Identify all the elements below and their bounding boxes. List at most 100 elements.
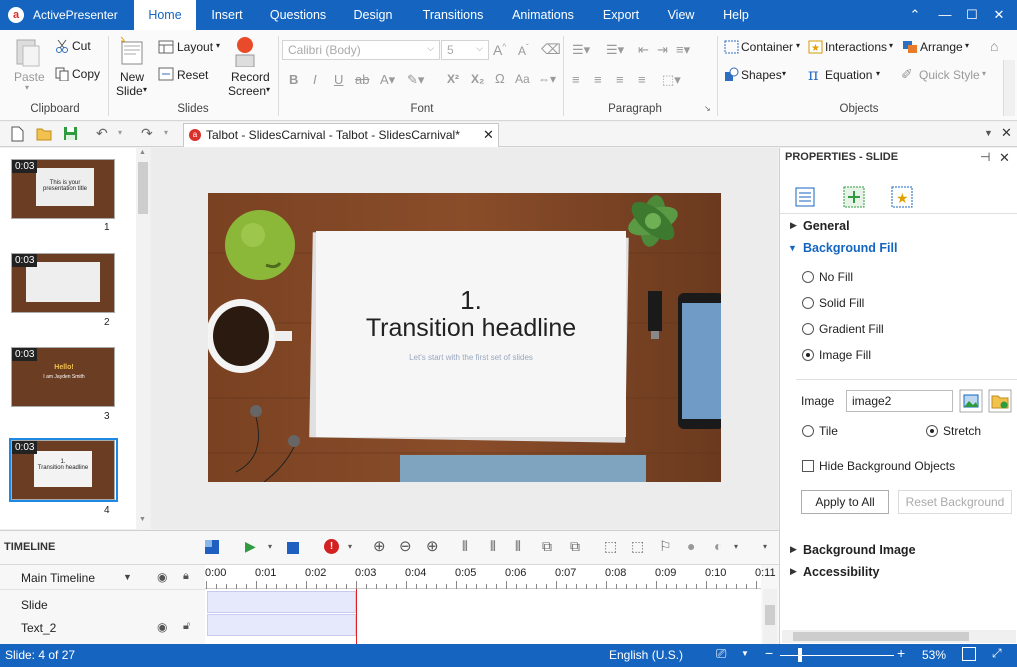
timeline-more-icon[interactable]: ▾ bbox=[763, 542, 767, 551]
subscript-icon[interactable]: X₂ bbox=[471, 72, 484, 86]
layout-button[interactable]: Layout bbox=[177, 40, 213, 54]
tile-radio[interactable] bbox=[802, 425, 814, 437]
track-label-slide[interactable]: Slide bbox=[21, 598, 48, 612]
no-fill-radio[interactable] bbox=[802, 271, 814, 283]
zoom-out-button[interactable]: − bbox=[765, 645, 773, 661]
align-right-icon[interactable]: ≡ bbox=[616, 72, 624, 87]
slide-thumbnail[interactable]: Hello! I am Jayden Smith 0:03 bbox=[11, 347, 115, 407]
redo-icon[interactable]: ↷ bbox=[141, 125, 153, 142]
tab-view[interactable]: View bbox=[658, 0, 704, 30]
paste-label[interactable]: Paste bbox=[14, 70, 45, 84]
track-lock-icon[interactable]: 🔓︎ bbox=[183, 620, 190, 633]
copy-icon[interactable] bbox=[55, 67, 69, 81]
reset-button[interactable]: Reset bbox=[177, 68, 208, 82]
properties-h-scrollbar[interactable] bbox=[782, 630, 1016, 643]
background-image-expand-icon[interactable]: ▶ bbox=[790, 544, 797, 555]
layout-icon[interactable] bbox=[158, 40, 174, 54]
maximize-button[interactable]: ☐ bbox=[963, 6, 981, 24]
properties-list-icon[interactable] bbox=[795, 187, 815, 207]
zoom-in-button[interactable]: + bbox=[897, 645, 905, 661]
crop-icon[interactable]: ⧉ bbox=[542, 538, 552, 555]
undo-icon[interactable]: ↶ bbox=[96, 125, 108, 142]
visibility-eye-icon[interactable]: ◉ bbox=[157, 570, 167, 584]
interactions-icon[interactable]: ★ bbox=[808, 40, 823, 54]
slide-number-text[interactable]: 1. bbox=[316, 285, 626, 316]
document-tab[interactable]: a Talbot - SlidesCarnival - Talbot - Sli… bbox=[183, 123, 499, 147]
join-icon[interactable]: ⫴ bbox=[490, 538, 496, 555]
tab-transitions[interactable]: Transitions bbox=[413, 0, 493, 30]
zoom-slider-thumb[interactable] bbox=[798, 648, 802, 662]
size-position-icon[interactable] bbox=[843, 186, 865, 208]
ribbon-scrollbar[interactable] bbox=[1003, 60, 1015, 116]
tab-home[interactable]: Home bbox=[134, 0, 196, 30]
decrease-indent-icon[interactable]: ⇤ bbox=[638, 42, 649, 58]
change-speed-icon[interactable]: ⬚ bbox=[631, 538, 644, 555]
play-icon[interactable]: ▶ bbox=[245, 538, 256, 555]
fullscreen-icon[interactable]: ⤢ bbox=[992, 646, 1002, 661]
timeline-tracks[interactable]: 0:00 0:01 0:02 0:03 0:04 0:05 0:06 0:07 0:08 0:09… bbox=[205, 565, 776, 645]
char-spacing-icon[interactable]: ⇔▾ bbox=[538, 72, 556, 86]
line-spacing-icon[interactable]: ≡▾ bbox=[676, 42, 690, 58]
tile-label[interactable]: Tile bbox=[819, 424, 838, 438]
reset-background-button[interactable]: Reset Background bbox=[898, 490, 1012, 514]
close-all-icon[interactable]: ✕ bbox=[1001, 125, 1012, 141]
reset-icon[interactable] bbox=[158, 67, 174, 81]
font-size-select[interactable]: 5 ⌵ bbox=[441, 40, 489, 60]
insert-time-icon[interactable]: ⫴ bbox=[515, 538, 521, 555]
main-timeline-select[interactable]: Main Timeline bbox=[21, 571, 95, 585]
paste-icon[interactable] bbox=[14, 36, 42, 68]
copy-button[interactable]: Copy bbox=[72, 67, 100, 81]
slide-subtitle[interactable]: Let's start with the first set of slides bbox=[316, 353, 626, 362]
bold-icon[interactable]: B bbox=[289, 72, 298, 87]
italic-icon[interactable]: I bbox=[313, 72, 317, 87]
increase-indent-icon[interactable]: ⇥ bbox=[657, 42, 668, 58]
interactivity-icon[interactable]: ★ bbox=[891, 186, 913, 208]
record-label-1[interactable]: Record bbox=[231, 70, 270, 84]
presentation-view-icon[interactable]: ⎚ bbox=[716, 646, 726, 662]
slide-canvas[interactable]: 1. Transition headline Let's start with … bbox=[208, 193, 721, 482]
tab-questions[interactable]: Questions bbox=[262, 0, 334, 30]
tab-export[interactable]: Export bbox=[594, 0, 648, 30]
hide-bg-objects-checkbox[interactable] bbox=[802, 460, 814, 472]
equation-button[interactable]: Equation bbox=[825, 68, 872, 82]
solid-fill-label[interactable]: Solid Fill bbox=[819, 296, 864, 310]
new-file-icon[interactable] bbox=[11, 126, 24, 142]
track-visibility-icon[interactable]: ◉ bbox=[157, 620, 167, 634]
stop-icon[interactable] bbox=[287, 542, 299, 554]
gradient-fill-label[interactable]: Gradient Fill bbox=[819, 322, 884, 336]
freeze-frame-icon[interactable]: ⬚ bbox=[604, 538, 617, 555]
arrange-button[interactable]: Arrange bbox=[920, 40, 963, 54]
superscript-icon[interactable]: X² bbox=[447, 72, 459, 86]
new-slide-icon[interactable] bbox=[118, 36, 146, 68]
general-expand-icon[interactable]: ▶ bbox=[790, 220, 797, 231]
background-fill-collapse-icon[interactable]: ▼ bbox=[788, 243, 797, 253]
delete-range-icon[interactable]: ⧉ bbox=[570, 538, 580, 555]
shapes-button[interactable]: Shapes bbox=[741, 68, 782, 82]
underline-icon[interactable]: U bbox=[334, 72, 343, 87]
volume-icon[interactable]: ◐ bbox=[714, 538, 722, 554]
image-field[interactable]: image2 bbox=[846, 390, 953, 412]
track-label-text2[interactable]: Text_2 bbox=[21, 621, 56, 635]
zoom-out-icon[interactable]: ⊖ bbox=[399, 537, 412, 555]
font-family-select[interactable]: Calibri (Body) ⌵ bbox=[282, 40, 440, 60]
stretch-radio[interactable] bbox=[926, 425, 938, 437]
general-section[interactable]: General bbox=[803, 219, 850, 233]
apply-to-all-button[interactable]: Apply to All bbox=[801, 490, 889, 514]
gradient-fill-radio[interactable] bbox=[802, 323, 814, 335]
image-fill-radio[interactable] bbox=[802, 349, 814, 361]
text-direction-icon[interactable]: ⬚▾ bbox=[662, 72, 681, 88]
container-button[interactable]: Container bbox=[741, 40, 793, 54]
container-icon[interactable] bbox=[724, 40, 739, 54]
quick-style-button[interactable]: Quick Style bbox=[919, 68, 980, 82]
align-center-icon[interactable]: ≡ bbox=[594, 72, 602, 87]
tab-design[interactable]: Design bbox=[343, 0, 403, 30]
numbering-icon[interactable]: ☰▾ bbox=[606, 42, 624, 58]
fit-to-window-icon[interactable] bbox=[962, 647, 976, 661]
timeline-v-scrollbar[interactable] bbox=[763, 589, 777, 645]
slide-track-bar[interactable] bbox=[207, 591, 356, 613]
browse-image-icon[interactable] bbox=[988, 389, 1012, 413]
lock-icon[interactable]: 🔒︎ bbox=[183, 570, 189, 583]
shapes-icon[interactable] bbox=[724, 67, 739, 82]
stretch-label[interactable]: Stretch bbox=[943, 424, 981, 438]
close-panel-icon[interactable]: ✕ bbox=[999, 150, 1010, 166]
